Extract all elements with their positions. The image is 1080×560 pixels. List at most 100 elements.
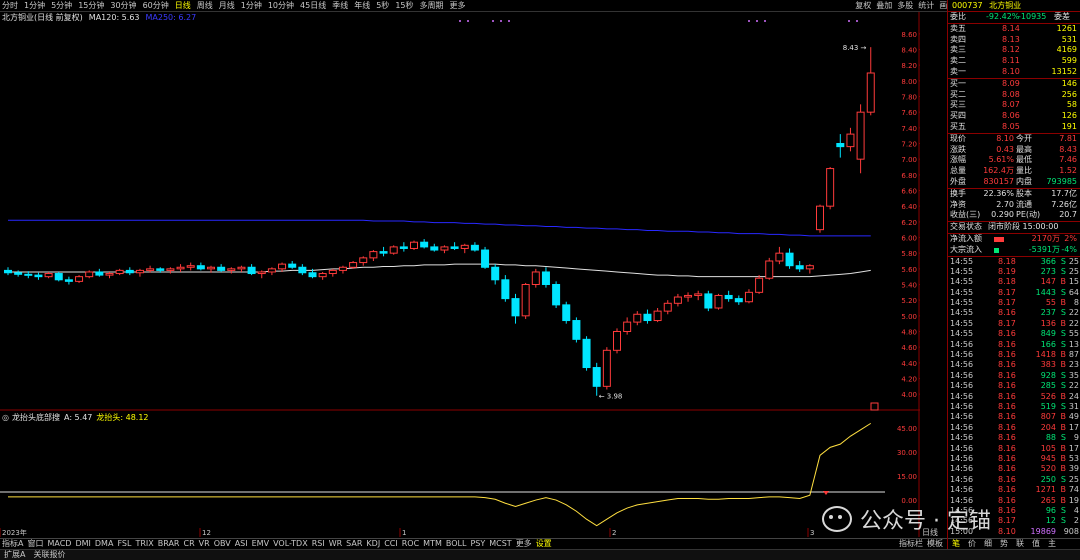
indicator-tab[interactable]: WR	[327, 539, 344, 549]
indicator-tab[interactable]: 设置	[534, 539, 554, 549]
indicator-tab[interactable]: MTM	[421, 539, 444, 549]
candle-body	[592, 367, 601, 387]
indicator-bar-button[interactable]: 模板	[925, 539, 945, 549]
quote-panel-tab[interactable]: 值	[1028, 539, 1044, 549]
tick-list[interactable]: 14:55 8.18 366 S 25 14:55 8.19 273 S 25 14:55 8.18 1…	[948, 257, 1080, 538]
period-tab[interactable]: 月线	[219, 1, 235, 11]
quote-panel-tab[interactable]: 势	[996, 539, 1012, 549]
period-tab[interactable]: 分时	[2, 1, 18, 11]
indicator-tab[interactable]: CCI	[382, 539, 400, 549]
tick-time: 14:56	[950, 391, 974, 401]
period-tab[interactable]: 5秒	[376, 1, 389, 11]
order-book-row: 买一 8.09 146	[948, 79, 1080, 90]
indicator-tab[interactable]: BRAR	[156, 539, 182, 549]
tick-time: 14:56	[950, 402, 974, 411]
candle-body	[755, 277, 764, 293]
period-tab[interactable]: 多周期	[420, 1, 444, 11]
indicator-tab[interactable]: EMV	[250, 539, 271, 549]
quote-panel-tab[interactable]: 笔	[948, 539, 964, 549]
quote-panel-tab[interactable]: 细	[980, 539, 996, 549]
indicator-tab[interactable]: OBV	[212, 539, 233, 549]
trade-state-value: 闭市阶段 15:00:00	[988, 222, 1059, 232]
indicator-tab[interactable]: PSY	[468, 539, 487, 549]
quote-panel-tab[interactable]: 联	[1012, 539, 1028, 549]
indicator-tab[interactable]: TRIX	[133, 539, 155, 549]
toolbar-button[interactable]: 多股	[897, 1, 913, 11]
period-tab[interactable]: 5分钟	[51, 1, 72, 11]
indicator-tab[interactable]: FSL	[115, 539, 133, 549]
candle-body	[24, 273, 33, 276]
price-tick-label: 5.20	[901, 297, 917, 305]
kline-chart-area[interactable]: 8.60 8.40 8.20 8.00 7.80 7.60 7.40 7.20 7.00 6.80…	[0, 12, 922, 537]
stat-row: 现价 8.10 今开 7.81	[948, 134, 1080, 145]
stat-value: 7.46	[1059, 155, 1077, 165]
indicator-tab[interactable]: VOL-TDX	[271, 539, 310, 549]
indicator-tab[interactable]: DMA	[93, 539, 116, 549]
indicator-tab[interactable]: 指标A	[0, 539, 25, 549]
candle-body	[95, 271, 104, 276]
period-tab[interactable]: 季线	[332, 1, 348, 11]
period-tab[interactable]: 45日线	[300, 1, 326, 11]
tick-price: 8.16	[998, 370, 1016, 380]
toolbar-button[interactable]: 统计	[918, 1, 934, 11]
indicator-tab[interactable]: DMI	[73, 539, 92, 549]
candle	[582, 336, 591, 371]
tick-volume: 273	[1040, 266, 1056, 276]
period-tab[interactable]: 15秒	[395, 1, 413, 11]
indicator-tick-label: 15.00	[897, 473, 917, 481]
tick-side: B	[1060, 412, 1067, 422]
period-tab[interactable]: 日线	[175, 1, 191, 11]
tick-row: 14:56 8.16 945 B 53	[948, 454, 1080, 464]
indicator-tab[interactable]: RSI	[310, 539, 327, 549]
period-tab[interactable]: 60分钟	[143, 1, 169, 11]
indicator-tab[interactable]: 更多	[514, 539, 534, 549]
indicator-tab[interactable]: ROC	[400, 539, 421, 549]
period-tab[interactable]: 周线	[197, 1, 213, 11]
indicator-tab[interactable]: KDJ	[364, 539, 382, 549]
period-tab[interactable]: 30分钟	[110, 1, 136, 11]
candle-body	[338, 266, 347, 271]
tick-side: S	[1060, 287, 1066, 297]
indicator-tab[interactable]: SAR	[344, 539, 364, 549]
indicator-tab[interactable]: CR	[182, 539, 197, 549]
indicator-tab[interactable]: VR	[197, 539, 212, 549]
period-tab[interactable]: 1分钟	[241, 1, 262, 11]
candle-body	[237, 266, 246, 270]
order-price: 8.08	[1002, 89, 1020, 99]
indicator-tab[interactable]: BOLL	[444, 539, 469, 549]
kline-chart[interactable]: 8.60 8.40 8.20 8.00 7.80 7.60 7.40 7.20 7.00 6.80…	[0, 12, 922, 537]
period-tab[interactable]: 年线	[354, 1, 370, 11]
indicator-tab[interactable]: MACD	[45, 539, 73, 549]
stat-label: PE(动)	[1016, 210, 1041, 220]
quote-panel-tab[interactable]: 价	[964, 539, 980, 549]
candle-body	[105, 273, 114, 276]
toolbar-button[interactable]: 复权	[855, 1, 871, 11]
quote-panel-tab[interactable]: 主	[1044, 539, 1060, 549]
indicator-gear-icon[interactable]: ◎	[2, 413, 9, 422]
tick-count: 87	[1068, 350, 1079, 360]
stat-label: 流通	[1016, 199, 1032, 209]
flow-row: 净流入额 2170万 2%	[948, 234, 1080, 245]
toolbar-button[interactable]: 叠加	[876, 1, 892, 11]
tick-price: 8.17	[998, 298, 1016, 308]
period-tab[interactable]: 更多	[450, 1, 466, 11]
stat-label: 最高	[1016, 144, 1032, 154]
indicator-tab[interactable]: ASI	[233, 539, 250, 549]
indicator-tab[interactable]: MCST	[487, 539, 513, 549]
candle-body	[156, 268, 165, 271]
tick-volume: 1271	[1035, 485, 1056, 495]
order-volume: 13152	[1051, 66, 1077, 76]
tick-time: 14:56	[950, 381, 974, 391]
tick-side: B	[1060, 350, 1067, 360]
status-item[interactable]: 扩展A	[0, 550, 29, 560]
period-tab[interactable]: 1分钟	[24, 1, 45, 11]
indicator-tab[interactable]: 窗口	[25, 539, 45, 549]
event-dot	[467, 20, 469, 22]
stat-label: 量比	[1016, 166, 1032, 176]
tick-count: 53	[1068, 453, 1079, 463]
status-item[interactable]: 关联报价	[29, 550, 69, 560]
date-label: 3	[810, 529, 814, 537]
period-tab[interactable]: 15分钟	[78, 1, 104, 11]
period-tab[interactable]: 10分钟	[268, 1, 294, 11]
indicator-bar-button[interactable]: 指标栏	[897, 539, 925, 549]
